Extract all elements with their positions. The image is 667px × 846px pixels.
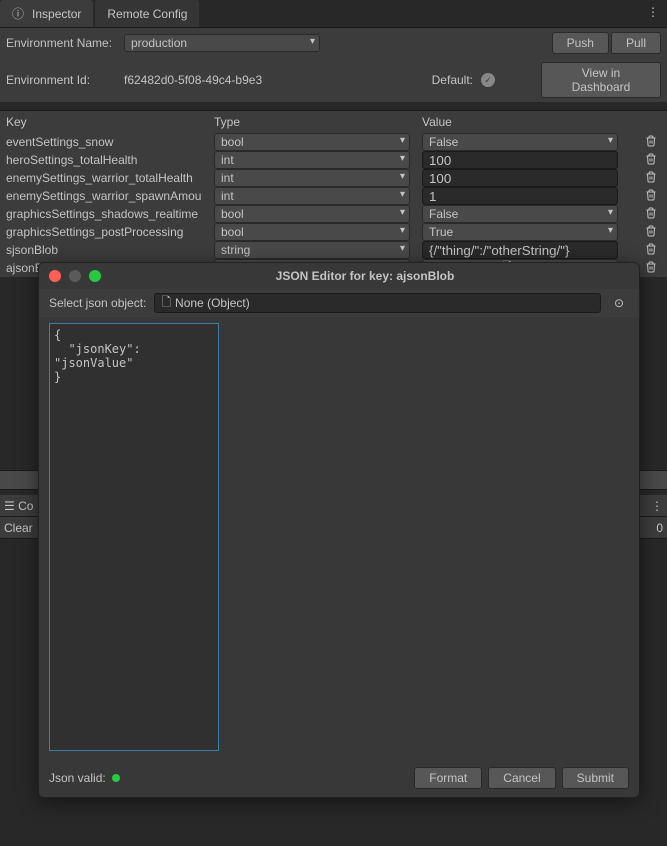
trash-icon[interactable]: [641, 153, 661, 168]
type-dropdown[interactable]: string: [214, 241, 410, 259]
env-id-value: f62482d0-5f08-49c4-b9e3: [124, 73, 262, 87]
clear-button[interactable]: Clear: [4, 521, 33, 535]
value-dropdown[interactable]: False: [422, 133, 618, 151]
tab-label: Inspector: [32, 7, 81, 21]
header-type: Type: [214, 115, 422, 129]
type-dropdown[interactable]: bool: [214, 133, 410, 151]
submit-button[interactable]: Submit: [562, 767, 629, 789]
trash-icon[interactable]: [641, 261, 661, 276]
object-field[interactable]: 🗋 None (Object): [154, 293, 601, 313]
env-name-label: Environment Name:: [6, 36, 116, 50]
cancel-button[interactable]: Cancel: [488, 767, 555, 789]
tab-inspector[interactable]: Inspector: [0, 0, 93, 27]
row-value: [422, 187, 641, 205]
type-dropdown[interactable]: int: [214, 169, 410, 187]
table-row: enemySettings_warrior_totalHealthint: [0, 169, 667, 187]
type-dropdown[interactable]: bool: [214, 223, 410, 241]
trash-icon[interactable]: [641, 243, 661, 258]
row-type: int: [214, 151, 422, 169]
json-textarea[interactable]: [49, 323, 219, 751]
table-row: eventSettings_snowbool False: [0, 133, 667, 151]
minimize-icon[interactable]: [69, 270, 81, 282]
row-key: graphicsSettings_shadows_realtime: [6, 207, 214, 221]
trash-icon[interactable]: [641, 225, 661, 240]
row-type: string: [214, 241, 422, 259]
row-type: bool: [214, 205, 422, 223]
row-value: True: [422, 223, 641, 241]
row-type: bool: [214, 133, 422, 151]
row-value: [422, 169, 641, 187]
json-valid-label: Json valid:: [49, 771, 106, 785]
valid-indicator-icon: [112, 774, 120, 782]
json-editor-modal: JSON Editor for key: ajsonBlob Select js…: [38, 262, 640, 798]
type-dropdown[interactable]: bool: [214, 205, 410, 223]
env-name-select[interactable]: production: [124, 34, 320, 52]
trash-icon[interactable]: [641, 207, 661, 222]
maximize-icon[interactable]: [89, 270, 101, 282]
value-dropdown[interactable]: True: [422, 223, 618, 241]
column-headers: Key Type Value: [0, 110, 667, 133]
row-key: sjsonBlob: [6, 243, 214, 257]
target-icon[interactable]: ⊙: [609, 296, 629, 310]
row-value: [422, 241, 641, 259]
row-value: False: [422, 205, 641, 223]
tab-menu-icon[interactable]: ⋮: [639, 0, 667, 27]
value-dropdown[interactable]: False: [422, 205, 618, 223]
toolbar-row-2: Environment Id: f62482d0-5f08-49c4-b9e3 …: [0, 58, 667, 102]
pull-button[interactable]: Pull: [611, 32, 661, 54]
row-type: int: [214, 187, 422, 205]
header-key: Key: [6, 115, 214, 129]
value-input[interactable]: [422, 187, 618, 205]
env-id-label: Environment Id:: [6, 73, 116, 87]
console-menu-icon[interactable]: ⋮: [651, 499, 663, 513]
row-key: enemySettings_warrior_totalHealth: [6, 171, 214, 185]
document-icon: 🗋: [161, 293, 171, 314]
close-icon[interactable]: [49, 270, 61, 282]
format-button[interactable]: Format: [414, 767, 482, 789]
row-key: enemySettings_warrior_spawnAmou: [6, 189, 214, 203]
row-value: False: [422, 133, 641, 151]
value-input[interactable]: [422, 169, 618, 187]
row-key: graphicsSettings_postProcessing: [6, 225, 214, 239]
console-tab[interactable]: ☰ Co: [4, 499, 33, 513]
modal-footer: Json valid: Format Cancel Submit: [49, 767, 629, 789]
row-type: int: [214, 169, 422, 187]
traffic-lights: [49, 270, 101, 282]
table-row: sjsonBlobstring: [0, 241, 667, 259]
toolbar-row-1: Environment Name: production Push Pull: [0, 28, 667, 58]
value-input[interactable]: [422, 151, 618, 169]
tab-remote-config[interactable]: Remote Config: [95, 0, 199, 27]
default-label: Default:: [432, 73, 473, 87]
push-button[interactable]: Push: [552, 32, 609, 54]
trash-icon[interactable]: [641, 171, 661, 186]
modal-titlebar: JSON Editor for key: ajsonBlob: [39, 263, 639, 289]
trash-icon[interactable]: [641, 189, 661, 204]
info-icon: [12, 5, 28, 22]
row-type: bool: [214, 223, 422, 241]
trash-icon[interactable]: [641, 135, 661, 150]
table-row: heroSettings_totalHealthint: [0, 151, 667, 169]
modal-object-row: Select json object: 🗋 None (Object) ⊙: [39, 289, 639, 317]
console-count: 0: [656, 521, 663, 535]
rows-container: eventSettings_snowboolFalseheroSettings_…: [0, 133, 667, 277]
tab-label: Remote Config: [107, 7, 187, 21]
table-row: enemySettings_warrior_spawnAmouint: [0, 187, 667, 205]
modal-title: JSON Editor for key: ajsonBlob: [101, 269, 629, 283]
view-dashboard-button[interactable]: View in Dashboard: [541, 62, 661, 98]
tab-bar: Inspector Remote Config ⋮: [0, 0, 667, 28]
checkmark-icon: ✓: [481, 73, 495, 87]
row-key: heroSettings_totalHealth: [6, 153, 214, 167]
value-input[interactable]: [422, 241, 618, 259]
table-row: graphicsSettings_postProcessingbool True: [0, 223, 667, 241]
row-value: [422, 151, 641, 169]
table-row: graphicsSettings_shadows_realtimebool Fal…: [0, 205, 667, 223]
header-value: Value: [422, 115, 661, 129]
row-key: eventSettings_snow: [6, 135, 214, 149]
select-json-label: Select json object:: [49, 296, 146, 310]
type-dropdown[interactable]: int: [214, 151, 410, 169]
type-dropdown[interactable]: int: [214, 187, 410, 205]
